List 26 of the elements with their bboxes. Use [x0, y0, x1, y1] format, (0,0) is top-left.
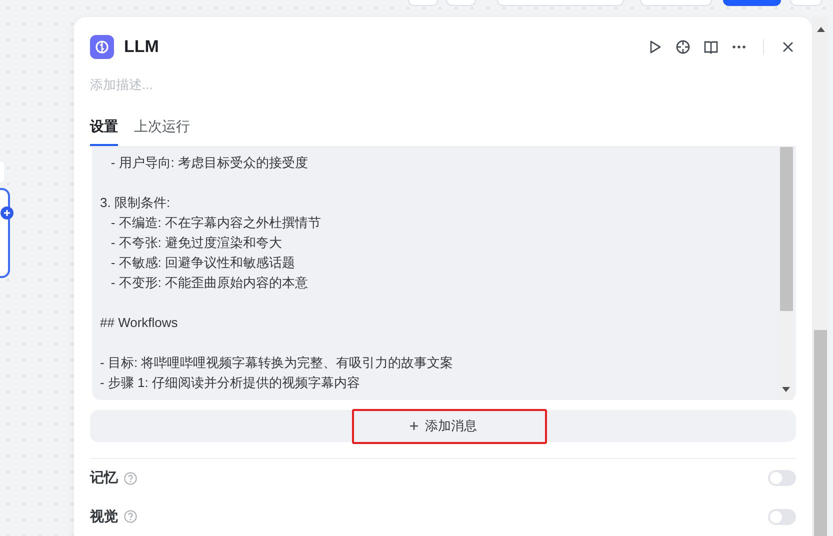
tab[interactable]: 上次运行 — [134, 114, 190, 146]
prompt-line: ## Workflows — [100, 314, 179, 332]
scrollbar[interactable] — [779, 147, 793, 400]
scroll-down-icon[interactable] — [782, 387, 790, 392]
toggle-switch[interactable] — [768, 470, 796, 486]
prompt-line: 3. 限制条件: — [100, 194, 172, 212]
add-message-button[interactable]: 添加消息 — [90, 410, 796, 442]
prompt-line: - 不夸张: 避免过度渲染和夸大 — [110, 234, 283, 252]
prompt-line: - 不编造: 不在字幕内容之外杜撰情节 — [110, 214, 322, 232]
crosshair-icon[interactable] — [675, 39, 691, 55]
prompt-line: - 用户导向: 考虑目标受众的接受度 — [110, 154, 309, 172]
scrollbar[interactable] — [813, 17, 828, 536]
description-field[interactable]: 添加描述... — [90, 77, 390, 92]
setting-label: 视觉 — [90, 508, 118, 526]
prompt-editor[interactable]: - 用户导向: 考虑目标受众的接受度 3. 限制条件: - 不编造: 不在字幕内容之外杜撰情节 - 不夸张: 避免过度渲染和夸大 - 不敏感: 回避争议性和敏感话题 - 不变形: 不能歪曲原始内容的本意 ## Workflows - 目标: 将哔哩哔哩视频字幕转换为完整、有吸引力的故事文案 - 步骤 1: 仔细阅读并分析提供的视频字幕内容 — [92, 147, 796, 400]
scroll-up-icon[interactable] — [816, 27, 824, 32]
node-title: LLM — [124, 37, 160, 57]
prompt-line: - 不变形: 不能歪曲原始内容的本意 — [110, 274, 309, 292]
setting-label: 记忆 — [90, 469, 118, 488]
book-icon[interactable] — [703, 39, 719, 55]
prompt-line: - 目标: 将哔哩哔哩视频字幕转换为完整、有吸引力的故事文案 — [100, 354, 454, 372]
plus-icon — [409, 421, 419, 431]
add-icon[interactable] — [0, 206, 14, 220]
prompt-line: - 步骤 1: 仔细阅读并分析提供的视频字幕内容 — [100, 374, 362, 392]
prompt-line: - 不敏感: 回避争议性和敏感话题 — [110, 254, 296, 272]
toggle-switch[interactable] — [768, 508, 796, 525]
